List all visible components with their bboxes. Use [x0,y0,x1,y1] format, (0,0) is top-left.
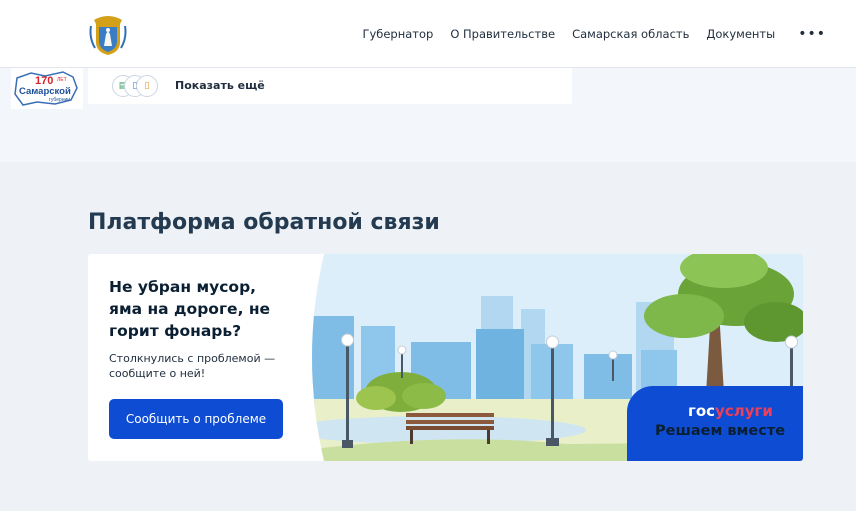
text-file-icon: ▯ [136,75,158,97]
report-problem-button[interactable]: Сообщить о проблеме [109,399,283,439]
document-icons: ▤ ▯ ▯ [112,75,162,97]
gosuslugi-banner[interactable]: госуслуги Решаем вместе [627,386,803,461]
feedback-text: Столкнулись с проблемой — сообщите о ней… [109,352,276,380]
show-more-link[interactable]: Показать ещё [175,79,265,92]
main-nav: Губернатор О Правительстве Самарская обл… [362,0,826,67]
nav-item-samara-region[interactable]: Самарская область [572,27,689,41]
gosuslugi-logo-part2: услуги [715,402,773,420]
gosuslugi-logo: госуслуги [688,402,773,420]
anniversary-logo-graphic: 170 ЛЕТ Самарской губернии [14,71,78,106]
gosuslugi-logo-part1: гос [688,402,716,420]
feedback-heading: Не убран мусор, яма на дороге, не горит … [109,278,271,340]
anniversary-sub: губернии [49,97,70,103]
more-menu-icon[interactable]: ••• [798,26,826,42]
site-header: Губернатор О Правительстве Самарская обл… [0,0,856,68]
anniversary-name: Самарской [19,86,71,97]
anniversary-years: ЛЕТ [57,77,67,83]
nav-item-about-government[interactable]: О Правительстве [450,27,555,41]
nav-item-documents[interactable]: Документы [706,27,775,41]
nav-item-governor[interactable]: Губернатор [362,27,433,41]
gosuslugi-slogan: Решаем вместе [655,423,786,439]
anniversary-logo[interactable]: 170 ЛЕТ Самарской губернии [11,68,83,109]
feedback-section-title: Платформа обратной связи [88,210,440,235]
feedback-card: Не убран мусор, яма на дороге, не горит … [88,254,803,461]
samara-coat-of-arms-icon[interactable] [87,12,129,56]
